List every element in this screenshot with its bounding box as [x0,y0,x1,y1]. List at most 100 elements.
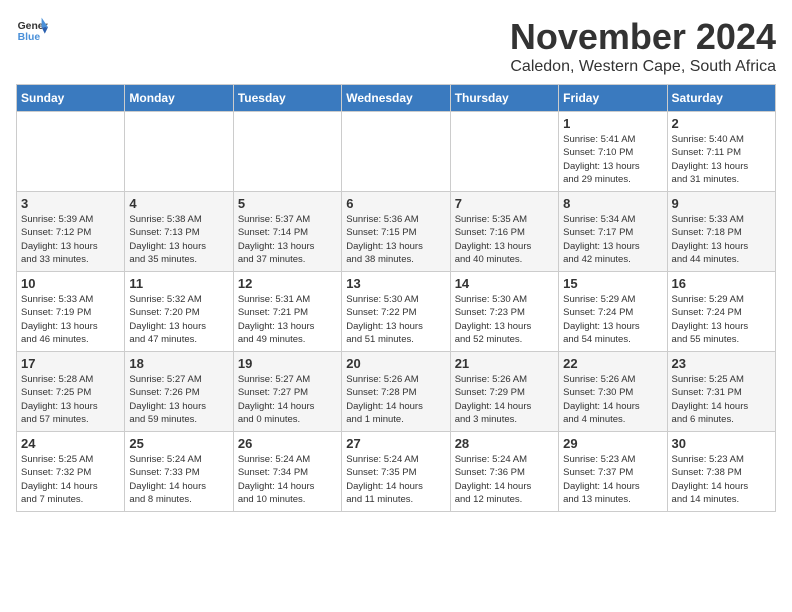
calendar-week-row: 24Sunrise: 5:25 AM Sunset: 7:32 PM Dayli… [17,432,776,512]
weekday-header: Friday [559,85,667,112]
day-info: Sunrise: 5:28 AM Sunset: 7:25 PM Dayligh… [21,373,120,426]
day-info: Sunrise: 5:27 AM Sunset: 7:27 PM Dayligh… [238,373,337,426]
header: General Blue November 2024 Caledon, West… [16,16,776,76]
day-number: 6 [346,196,445,211]
calendar-week-row: 10Sunrise: 5:33 AM Sunset: 7:19 PM Dayli… [17,272,776,352]
day-info: Sunrise: 5:35 AM Sunset: 7:16 PM Dayligh… [455,213,554,266]
day-number: 15 [563,276,662,291]
calendar-cell: 29 Sunrise: 5:23 AM Sunset: 7:37 PM Dayli… [559,432,667,512]
calendar-cell: 16Sunrise: 5:29 AM Sunset: 7:24 PM Dayli… [667,272,775,352]
calendar-cell: 13 Sunrise: 5:30 AM Sunset: 7:22 PM Dayli… [342,272,450,352]
day-info: Sunrise: 5:39 AM Sunset: 7:12 PM Dayligh… [21,213,120,266]
day-number: 30 [672,436,771,451]
day-number: 25 [129,436,228,451]
calendar-cell [233,112,341,192]
calendar-cell: 6 Sunrise: 5:36 AM Sunset: 7:15 PM Daylig… [342,192,450,272]
day-number: 13 [346,276,445,291]
weekday-header: Tuesday [233,85,341,112]
day-number: 1 [563,116,662,131]
calendar-cell: 22 Sunrise: 5:26 AM Sunset: 7:30 PM Dayli… [559,352,667,432]
day-info: Sunrise: 5:27 AM Sunset: 7:26 PM Dayligh… [129,373,228,426]
svg-text:Blue: Blue [18,32,41,43]
day-number: 29 [563,436,662,451]
calendar-cell: 3 Sunrise: 5:39 AM Sunset: 7:12 PM Daylig… [17,192,125,272]
calendar-cell: 11 Sunrise: 5:32 AM Sunset: 7:20 PM Dayli… [125,272,233,352]
day-info: Sunrise: 5:29 AM Sunset: 7:24 PM Dayligh… [672,293,771,346]
day-info: Sunrise: 5:24 AM Sunset: 7:36 PM Dayligh… [455,453,554,506]
calendar-cell: 30 Sunrise: 5:23 AM Sunset: 7:38 PM Dayli… [667,432,775,512]
day-info: Sunrise: 5:32 AM Sunset: 7:20 PM Dayligh… [129,293,228,346]
calendar-week-row: 3 Sunrise: 5:39 AM Sunset: 7:12 PM Daylig… [17,192,776,272]
calendar-week-row: 17Sunrise: 5:28 AM Sunset: 7:25 PM Dayli… [17,352,776,432]
calendar-cell: 21Sunrise: 5:26 AM Sunset: 7:29 PM Dayli… [450,352,558,432]
calendar-cell: 18 Sunrise: 5:27 AM Sunset: 7:26 PM Dayli… [125,352,233,432]
day-number: 27 [346,436,445,451]
calendar-week-row: 1 Sunrise: 5:41 AM Sunset: 7:10 PM Daylig… [17,112,776,192]
day-info: Sunrise: 5:24 AM Sunset: 7:35 PM Dayligh… [346,453,445,506]
day-info: Sunrise: 5:36 AM Sunset: 7:15 PM Dayligh… [346,213,445,266]
calendar-cell: 27 Sunrise: 5:24 AM Sunset: 7:35 PM Dayli… [342,432,450,512]
calendar-cell: 4 Sunrise: 5:38 AM Sunset: 7:13 PM Daylig… [125,192,233,272]
day-number: 9 [672,196,771,211]
day-info: Sunrise: 5:31 AM Sunset: 7:21 PM Dayligh… [238,293,337,346]
calendar-cell: 5Sunrise: 5:37 AM Sunset: 7:14 PM Daylig… [233,192,341,272]
calendar-cell: 23 Sunrise: 5:25 AM Sunset: 7:31 PM Dayli… [667,352,775,432]
day-number: 8 [563,196,662,211]
day-info: Sunrise: 5:33 AM Sunset: 7:18 PM Dayligh… [672,213,771,266]
day-number: 2 [672,116,771,131]
day-number: 22 [563,356,662,371]
day-info: Sunrise: 5:26 AM Sunset: 7:29 PM Dayligh… [455,373,554,426]
day-number: 14 [455,276,554,291]
calendar-cell [342,112,450,192]
day-number: 3 [21,196,120,211]
day-number: 12 [238,276,337,291]
day-number: 4 [129,196,228,211]
day-info: Sunrise: 5:30 AM Sunset: 7:22 PM Dayligh… [346,293,445,346]
day-info: Sunrise: 5:26 AM Sunset: 7:30 PM Dayligh… [563,373,662,426]
logo-icon: General Blue [16,16,48,44]
calendar-cell: 12 Sunrise: 5:31 AM Sunset: 7:21 PM Dayli… [233,272,341,352]
day-number: 18 [129,356,228,371]
day-info: Sunrise: 5:23 AM Sunset: 7:37 PM Dayligh… [563,453,662,506]
day-number: 11 [129,276,228,291]
calendar-cell [450,112,558,192]
weekday-header: Thursday [450,85,558,112]
calendar-cell: 20 Sunrise: 5:26 AM Sunset: 7:28 PM Dayli… [342,352,450,432]
weekday-header: Wednesday [342,85,450,112]
calendar-cell: 1 Sunrise: 5:41 AM Sunset: 7:10 PM Daylig… [559,112,667,192]
location-title: Caledon, Western Cape, South Africa [510,58,776,76]
day-number: 19 [238,356,337,371]
day-number: 23 [672,356,771,371]
day-info: Sunrise: 5:37 AM Sunset: 7:14 PM Dayligh… [238,213,337,266]
calendar-cell: 26 Sunrise: 5:24 AM Sunset: 7:34 PM Dayli… [233,432,341,512]
month-title: November 2024 [510,16,776,58]
day-info: Sunrise: 5:38 AM Sunset: 7:13 PM Dayligh… [129,213,228,266]
calendar-cell: 25 Sunrise: 5:24 AM Sunset: 7:33 PM Dayli… [125,432,233,512]
day-number: 24 [21,436,120,451]
calendar-cell: 8 Sunrise: 5:34 AM Sunset: 7:17 PM Daylig… [559,192,667,272]
calendar-cell: 17Sunrise: 5:28 AM Sunset: 7:25 PM Dayli… [17,352,125,432]
weekday-header: Sunday [17,85,125,112]
day-number: 28 [455,436,554,451]
calendar-cell: 28 Sunrise: 5:24 AM Sunset: 7:36 PM Dayli… [450,432,558,512]
day-number: 26 [238,436,337,451]
day-info: Sunrise: 5:40 AM Sunset: 7:11 PM Dayligh… [672,133,771,186]
calendar-cell: 24Sunrise: 5:25 AM Sunset: 7:32 PM Dayli… [17,432,125,512]
day-number: 20 [346,356,445,371]
day-info: Sunrise: 5:24 AM Sunset: 7:33 PM Dayligh… [129,453,228,506]
weekday-header: Saturday [667,85,775,112]
day-info: Sunrise: 5:30 AM Sunset: 7:23 PM Dayligh… [455,293,554,346]
weekday-header-row: SundayMondayTuesdayWednesdayThursdayFrid… [17,85,776,112]
calendar-cell: 2 Sunrise: 5:40 AM Sunset: 7:11 PM Daylig… [667,112,775,192]
title-area: November 2024 Caledon, Western Cape, Sou… [510,16,776,76]
calendar-cell: 9 Sunrise: 5:33 AM Sunset: 7:18 PM Daylig… [667,192,775,272]
day-info: Sunrise: 5:24 AM Sunset: 7:34 PM Dayligh… [238,453,337,506]
day-info: Sunrise: 5:26 AM Sunset: 7:28 PM Dayligh… [346,373,445,426]
day-info: Sunrise: 5:34 AM Sunset: 7:17 PM Dayligh… [563,213,662,266]
day-info: Sunrise: 5:33 AM Sunset: 7:19 PM Dayligh… [21,293,120,346]
day-info: Sunrise: 5:25 AM Sunset: 7:31 PM Dayligh… [672,373,771,426]
calendar-cell: 14 Sunrise: 5:30 AM Sunset: 7:23 PM Dayli… [450,272,558,352]
day-info: Sunrise: 5:23 AM Sunset: 7:38 PM Dayligh… [672,453,771,506]
day-info: Sunrise: 5:41 AM Sunset: 7:10 PM Dayligh… [563,133,662,186]
day-info: Sunrise: 5:29 AM Sunset: 7:24 PM Dayligh… [563,293,662,346]
